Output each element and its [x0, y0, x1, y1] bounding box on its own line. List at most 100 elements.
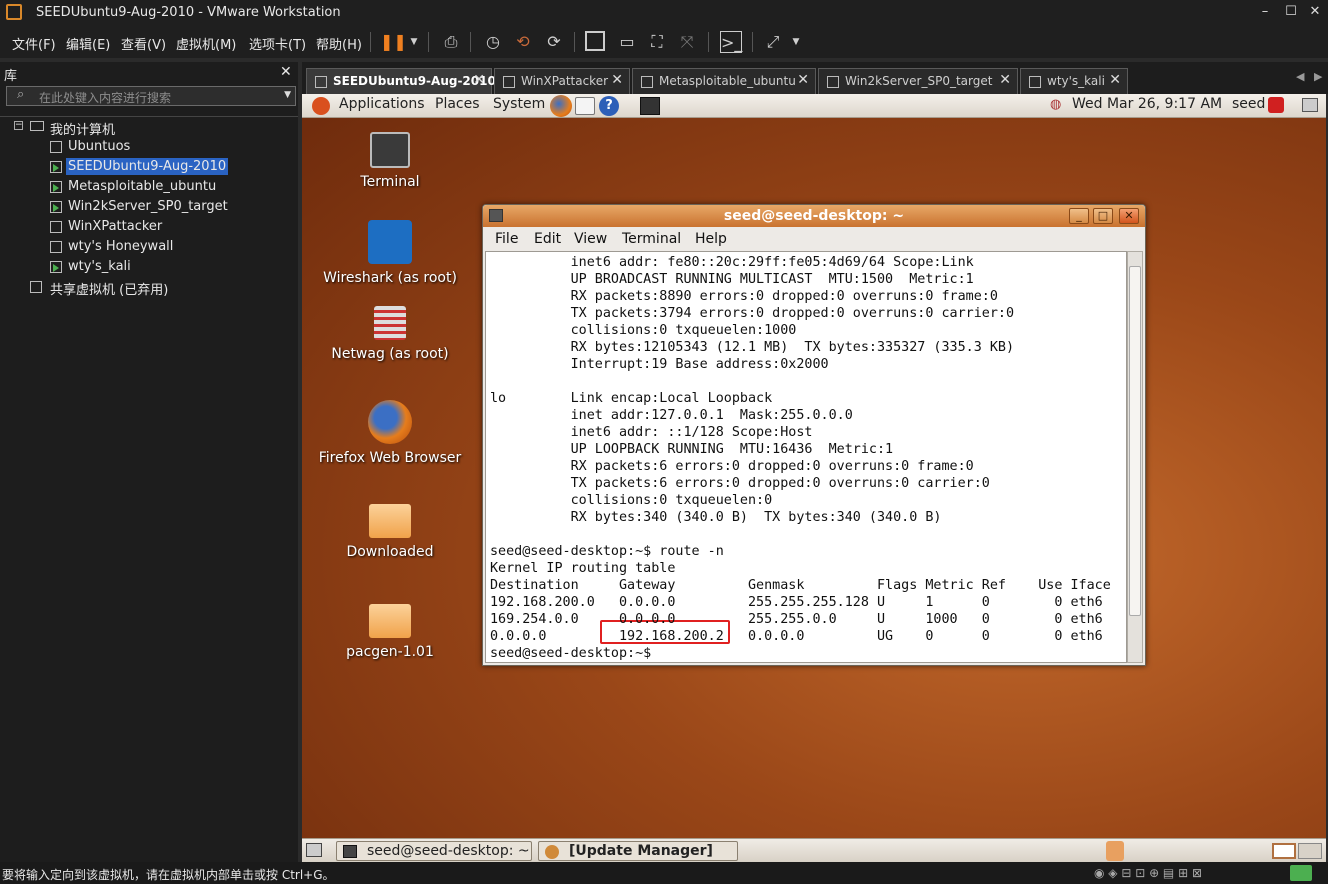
full-screen-icon[interactable]: ⛶: [646, 31, 668, 53]
chevron-down-icon[interactable]: ▼: [785, 31, 807, 53]
snapshot-manager-icon[interactable]: ⟳: [543, 31, 565, 53]
taskbar-label: seed@seed-desktop: ~: [367, 843, 530, 859]
menu-places[interactable]: Places: [435, 96, 480, 112]
tree-item-vm[interactable]: wty's Honeywall: [0, 237, 298, 257]
terminal-menu-file[interactable]: File: [495, 231, 518, 247]
library-close-button[interactable]: ✕: [280, 64, 292, 80]
unity-icon[interactable]: ⤧: [676, 31, 698, 53]
guest-screen[interactable]: Applications Places System ? ◍ Wed Mar 2…: [302, 94, 1326, 862]
scrollbar-thumb[interactable]: [1129, 266, 1141, 616]
tree-item-vm[interactable]: Ubuntuos: [0, 137, 298, 157]
workspace-switcher[interactable]: [1298, 843, 1322, 859]
terminal-launcher-icon[interactable]: [640, 97, 660, 115]
library-header: 库: [4, 69, 18, 84]
pause-icon[interactable]: ❚❚: [380, 31, 407, 53]
close-icon[interactable]: ✕: [611, 72, 623, 88]
desktop-icon-pacgen[interactable]: pacgen-1.01: [310, 604, 470, 660]
console-view-icon[interactable]: >_: [720, 31, 742, 53]
terminal-window[interactable]: seed@seed-desktop: ~ _ □ ✕ File Edit Vie…: [482, 204, 1146, 666]
folder-icon: [369, 604, 411, 638]
toolbar-divider: [428, 32, 429, 52]
desktop-icon-label: Terminal: [360, 174, 420, 190]
tree-item-vm[interactable]: WinXPattacker: [0, 217, 298, 237]
tree-item-vm[interactable]: Win2kServer_SP0_target: [0, 197, 298, 217]
tree-item-vm[interactable]: SEEDUbuntu9-Aug-2010: [0, 157, 298, 177]
terminal-menu-edit[interactable]: Edit: [534, 231, 561, 247]
menu-bar: 文件(F) 编辑(E) 查看(V) 虚拟机(M) 选项卡(T) 帮助(H) ❚❚…: [0, 26, 1328, 58]
tab-label: WinXPattacker: [521, 74, 609, 88]
menu-system[interactable]: System: [493, 96, 545, 112]
tree-item-vm[interactable]: wty's_kali: [0, 257, 298, 277]
tree-item-vm[interactable]: Metasploitable_ubuntu: [0, 177, 298, 197]
power-icon[interactable]: [1268, 97, 1284, 113]
terminal-minimize-button[interactable]: _: [1069, 208, 1089, 224]
menu-edit[interactable]: 编辑(E): [66, 34, 110, 53]
update-icon: [545, 845, 559, 859]
terminal-menu-view[interactable]: View: [574, 231, 607, 247]
tab-winxpattacker[interactable]: WinXPattacker ✕: [494, 68, 630, 94]
terminal-maximize-button[interactable]: □: [1093, 208, 1113, 224]
menu-applications[interactable]: Applications: [339, 96, 425, 112]
thumbnail-view-icon[interactable]: ▭: [616, 31, 638, 53]
collapse-icon[interactable]: −: [14, 121, 23, 130]
chevron-down-icon[interactable]: ▼: [284, 90, 291, 100]
vm-running-icon: [50, 261, 62, 273]
library-search-input[interactable]: ⌕ 在此处键入内容进行搜索 ▼: [6, 86, 296, 106]
menu-vm[interactable]: 虚拟机(M): [176, 34, 236, 53]
send-keys-icon[interactable]: ⎙: [440, 31, 462, 53]
maximize-button[interactable]: ☐: [1280, 3, 1302, 21]
user-menu[interactable]: seed: [1232, 96, 1265, 112]
close-button[interactable]: ✕: [1304, 3, 1326, 21]
menu-tabs[interactable]: 选项卡(T): [249, 34, 306, 53]
revert-snapshot-icon[interactable]: ⟲: [512, 31, 534, 53]
desktop-icon-downloaded[interactable]: Downloaded: [310, 504, 470, 560]
tab-scroll-right-icon[interactable]: ▶: [1314, 70, 1322, 83]
tab-seedubuntu[interactable]: SEEDUbuntu9-Aug-2010 ✕: [306, 68, 496, 94]
taskbar-terminal[interactable]: seed@seed-desktop: ~: [336, 841, 532, 861]
tab-kali[interactable]: wty's_kali ✕: [1020, 68, 1128, 94]
tab-scroll-left-icon[interactable]: ◀: [1296, 70, 1304, 83]
chevron-down-icon[interactable]: ▼: [403, 31, 425, 53]
workspace-icon[interactable]: [1302, 98, 1318, 112]
close-icon[interactable]: ✕: [473, 72, 485, 88]
vm-tree: − 我的计算机 Ubuntuos SEEDUbuntu9-Aug-2010 Me…: [0, 116, 298, 856]
tab-win2kserver[interactable]: Win2kServer_SP0_target ✕: [818, 68, 1018, 94]
network-icon[interactable]: ◍: [1050, 97, 1061, 112]
vm-icon: [50, 141, 62, 153]
close-icon[interactable]: ✕: [797, 72, 809, 88]
minimize-button[interactable]: –: [1254, 3, 1276, 21]
snapshot-icon[interactable]: ◷: [482, 31, 504, 53]
help-icon[interactable]: ?: [599, 96, 619, 116]
desktop-icon-firefox[interactable]: Firefox Web Browser: [310, 400, 470, 466]
show-desktop-icon[interactable]: [306, 843, 322, 857]
terminal-menu-help[interactable]: Help: [695, 231, 727, 247]
terminal-scrollbar[interactable]: [1127, 251, 1143, 663]
menu-help[interactable]: 帮助(H): [316, 34, 362, 53]
terminal-close-button[interactable]: ✕: [1119, 208, 1139, 224]
menu-file[interactable]: 文件(F): [12, 34, 56, 53]
terminal-title: seed@seed-desktop: ~: [483, 205, 1145, 227]
desktop-icon-netwag[interactable]: Netwag (as root): [310, 306, 470, 362]
clock[interactable]: Wed Mar 26, 9:17 AM: [1072, 96, 1222, 112]
tab-metasploitable[interactable]: Metasploitable_ubuntu ✕: [632, 68, 816, 94]
tree-item-shared-vms[interactable]: 共享虚拟机 (已弃用): [0, 277, 298, 298]
terminal-output[interactable]: inet6 addr: fe80::20c:29ff:fe05:4d69/64 …: [485, 251, 1127, 663]
trash-icon[interactable]: [1106, 841, 1124, 861]
workspace-switcher[interactable]: [1272, 843, 1296, 859]
menu-view[interactable]: 查看(V): [121, 34, 166, 53]
device-icons[interactable]: ◉ ◈ ⊟ ⊡ ⊕ ▤ ⊞ ⊠: [1094, 866, 1202, 880]
terminal-line: UP LOOPBACK RUNNING MTU:16436 Metric:1: [490, 442, 894, 457]
desktop-icon-terminal[interactable]: Terminal: [310, 132, 470, 190]
mail-launcher-icon[interactable]: [575, 97, 595, 115]
close-icon[interactable]: ✕: [1109, 72, 1121, 88]
tree-item-my-computer[interactable]: − 我的计算机: [0, 117, 298, 138]
library-view-icon[interactable]: [585, 31, 605, 51]
vm-status-icon[interactable]: [1290, 865, 1312, 881]
terminal-line: Kernel IP routing table: [490, 561, 676, 576]
desktop-icon-wireshark[interactable]: Wireshark (as root): [310, 220, 470, 286]
close-icon[interactable]: ✕: [999, 72, 1011, 88]
taskbar-update-manager[interactable]: [Update Manager]: [538, 841, 738, 861]
firefox-launcher-icon[interactable]: [550, 95, 572, 117]
stretch-icon[interactable]: ⤢: [762, 31, 784, 53]
terminal-menu-terminal[interactable]: Terminal: [622, 231, 681, 247]
